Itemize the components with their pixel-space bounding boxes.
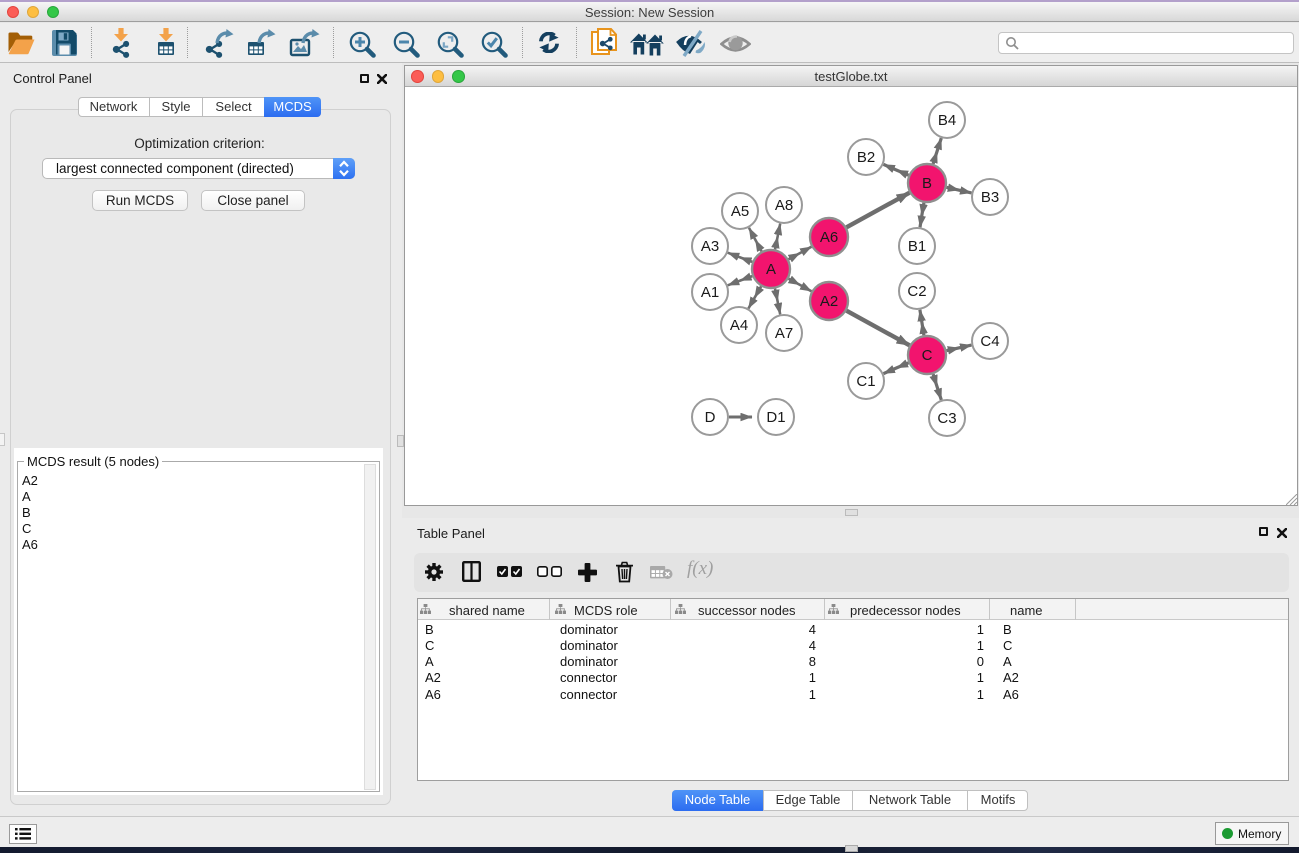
- svg-text:B2: B2: [857, 149, 875, 166]
- svg-text:A5: A5: [731, 203, 749, 220]
- svg-text:A1: A1: [701, 284, 719, 301]
- svg-text:C1: C1: [856, 373, 875, 390]
- svg-text:A6: A6: [820, 229, 838, 246]
- svg-text:B1: B1: [908, 238, 926, 255]
- svg-text:D: D: [705, 409, 716, 426]
- svg-text:B4: B4: [938, 112, 956, 129]
- svg-text:C4: C4: [980, 333, 999, 350]
- svg-text:A2: A2: [820, 293, 838, 310]
- svg-text:A3: A3: [701, 238, 719, 255]
- svg-text:A4: A4: [730, 317, 748, 334]
- svg-text:C: C: [922, 347, 933, 364]
- svg-text:A7: A7: [775, 325, 793, 342]
- svg-text:C2: C2: [907, 283, 926, 300]
- svg-text:B: B: [922, 175, 932, 192]
- svg-text:A: A: [766, 261, 776, 278]
- svg-text:D1: D1: [766, 409, 785, 426]
- svg-text:B3: B3: [981, 189, 999, 206]
- svg-text:C3: C3: [937, 410, 956, 427]
- svg-text:A8: A8: [775, 197, 793, 214]
